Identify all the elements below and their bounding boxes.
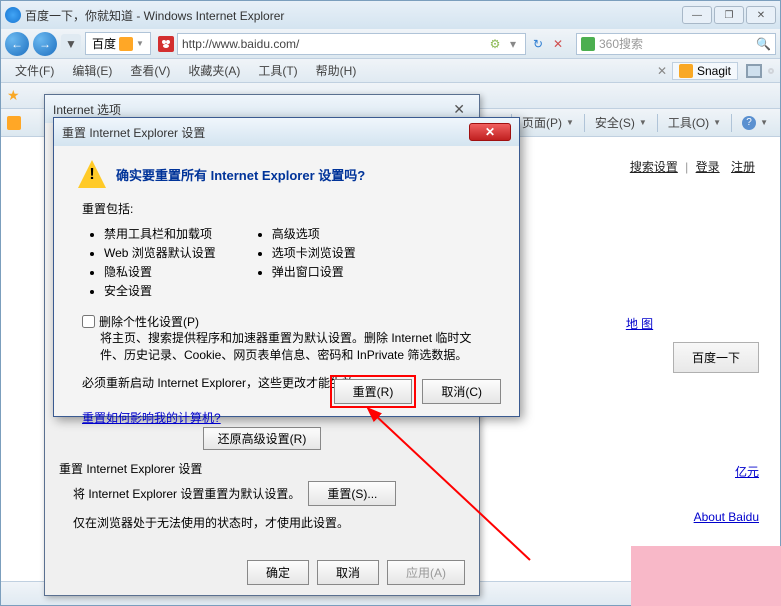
options-title: Internet 选项 (53, 101, 447, 118)
stop-button[interactable]: ✕ (550, 36, 566, 52)
tools-menu[interactable]: 工具(O)▼ (662, 112, 727, 133)
baidu-search-row: 百度一下 (626, 342, 759, 373)
menu-file[interactable]: 文件(F) (7, 60, 62, 81)
minimize-button[interactable]: — (682, 6, 712, 24)
menu-favorites[interactable]: 收藏夹(A) (180, 60, 248, 81)
list-item: 高级选项 (272, 225, 356, 242)
delete-personal-checkbox[interactable] (82, 315, 95, 328)
delete-personal-desc: 将主页、搜索提供程序和加速器重置为默认设置。删除 Internet 临时文件、历… (100, 330, 495, 364)
search-placeholder: 360搜索 (599, 35, 756, 52)
titlebar: 百度一下，你就知道 - Windows Internet Explorer — … (1, 1, 780, 29)
reset-list-right: 高级选项 选项卡浏览设置 弹出窗口设置 (272, 223, 356, 301)
page-menu[interactable]: 页面(P)▼ (516, 112, 580, 133)
menu-tools[interactable]: 工具(T) (250, 60, 305, 81)
list-item: 选项卡浏览设置 (272, 244, 356, 261)
search-icon[interactable]: 🔍 (756, 37, 771, 51)
baidu-top-links: 搜索设置 | 登录 注册 (626, 158, 759, 175)
list-item: 隐私设置 (104, 263, 216, 280)
reset-includes-label: 重置包括: (82, 200, 495, 217)
menu-bar: 文件(F) 编辑(E) 查看(V) 收藏夹(A) 工具(T) 帮助(H) ✕ S… (1, 59, 780, 83)
address-bar[interactable]: http://www.baidu.com/ ⚙ ▾ (177, 33, 526, 55)
refresh-button[interactable]: ↻ (530, 36, 546, 52)
baidu-nav-map[interactable]: 地 图 (626, 317, 653, 331)
url-text: http://www.baidu.com/ (182, 37, 299, 51)
reset-help-link[interactable]: 重置如何影响我的计算机? (82, 409, 495, 426)
baidu-about-link[interactable]: About Baidu (694, 510, 759, 524)
snagit-record-icon[interactable] (768, 68, 774, 74)
engine-text: 百度 (92, 35, 116, 52)
list-item: 安全设置 (104, 282, 216, 299)
baidu-hot-link[interactable]: 亿元 (735, 465, 759, 479)
cross-icon[interactable]: ✕ (654, 63, 670, 79)
safety-menu[interactable]: 安全(S)▼ (589, 112, 653, 133)
delete-personal-label: 删除个性化设置(P) (99, 313, 199, 330)
baidu-link-search-settings[interactable]: 搜索设置 (630, 160, 678, 174)
help-icon: ? (742, 116, 756, 130)
search360-icon (581, 37, 595, 51)
warning-icon (78, 160, 106, 188)
engine-drop-icon: ▼ (136, 39, 144, 48)
reset-confirm-button[interactable]: 重置(R) (334, 379, 413, 404)
search-box[interactable]: 360搜索 🔍 (576, 33, 776, 55)
menu-help[interactable]: 帮助(H) (308, 60, 365, 81)
close-button[interactable]: ✕ (746, 6, 776, 24)
reset-list-left: 禁用工具栏和加载项 Web 浏览器默认设置 隐私设置 安全设置 (104, 223, 216, 301)
baidu-favicon-icon (158, 36, 174, 52)
reset-section-desc: 将 Internet Explorer 设置重置为默认设置。 (73, 485, 300, 502)
list-item: Web 浏览器默认设置 (104, 244, 216, 261)
baidu-link-register[interactable]: 注册 (731, 160, 755, 174)
nav-dropdown[interactable]: ▼ (61, 34, 81, 54)
reset-note: 仅在浏览器处于无法使用的状态时，才使用此设置。 (73, 514, 465, 531)
snagit-window-icon[interactable] (746, 64, 762, 78)
reset-button[interactable]: 重置(S)... (308, 481, 396, 506)
options-ok-button[interactable]: 确定 (247, 560, 309, 585)
options-apply-button[interactable]: 应用(A) (387, 560, 465, 585)
reset-close-button[interactable]: ✕ (469, 123, 511, 141)
watermark-block (631, 546, 781, 606)
snagit-toolbar[interactable]: Snagit (672, 62, 738, 80)
reset-cancel-button[interactable]: 取消(C) (422, 379, 501, 404)
help-button[interactable]: ?▼ (736, 114, 774, 132)
baidu-link-login[interactable]: 登录 (696, 160, 720, 174)
options-close-button[interactable]: ✕ (447, 101, 471, 118)
reset-title: 重置 Internet Explorer 设置 (62, 124, 469, 141)
restore-button[interactable]: ❐ (714, 6, 744, 24)
menu-edit[interactable]: 编辑(E) (64, 60, 120, 81)
navigation-toolbar: ← → ▼ 百度 ▼ http://www.baidu.com/ ⚙ ▾ ↻ ✕… (1, 29, 780, 59)
forward-button[interactable]: → (33, 32, 57, 56)
ie-app-icon (5, 7, 21, 23)
reset-section-title: 重置 Internet Explorer 设置 (59, 460, 465, 477)
reset-question: 确实要重置所有 Internet Explorer 设置吗? (116, 165, 365, 184)
certificate-icon (119, 37, 133, 51)
options-cancel-button[interactable]: 取消 (317, 560, 379, 585)
reset-confirm-dialog: 重置 Internet Explorer 设置 ✕ 确实要重置所有 Intern… (53, 117, 520, 417)
addr-dropdown-icon[interactable]: ▾ (505, 36, 521, 52)
menu-view[interactable]: 查看(V) (122, 60, 178, 81)
list-item: 弹出窗口设置 (272, 263, 356, 280)
compat-view-icon[interactable]: ⚙ (487, 36, 503, 52)
snagit-icon (679, 64, 693, 78)
reset-titlebar: 重置 Internet Explorer 设置 ✕ (54, 118, 519, 146)
back-button[interactable]: ← (5, 32, 29, 56)
window-title: 百度一下，你就知道 - Windows Internet Explorer (25, 7, 682, 24)
baidu-search-button[interactable]: 百度一下 (673, 342, 759, 373)
snagit-label: Snagit (697, 64, 731, 78)
favorites-star-icon[interactable]: ★ (7, 87, 20, 104)
list-item: 禁用工具栏和加载项 (104, 225, 216, 242)
cert-button-icon[interactable] (7, 116, 21, 130)
address-engine-label[interactable]: 百度 ▼ (85, 32, 151, 55)
